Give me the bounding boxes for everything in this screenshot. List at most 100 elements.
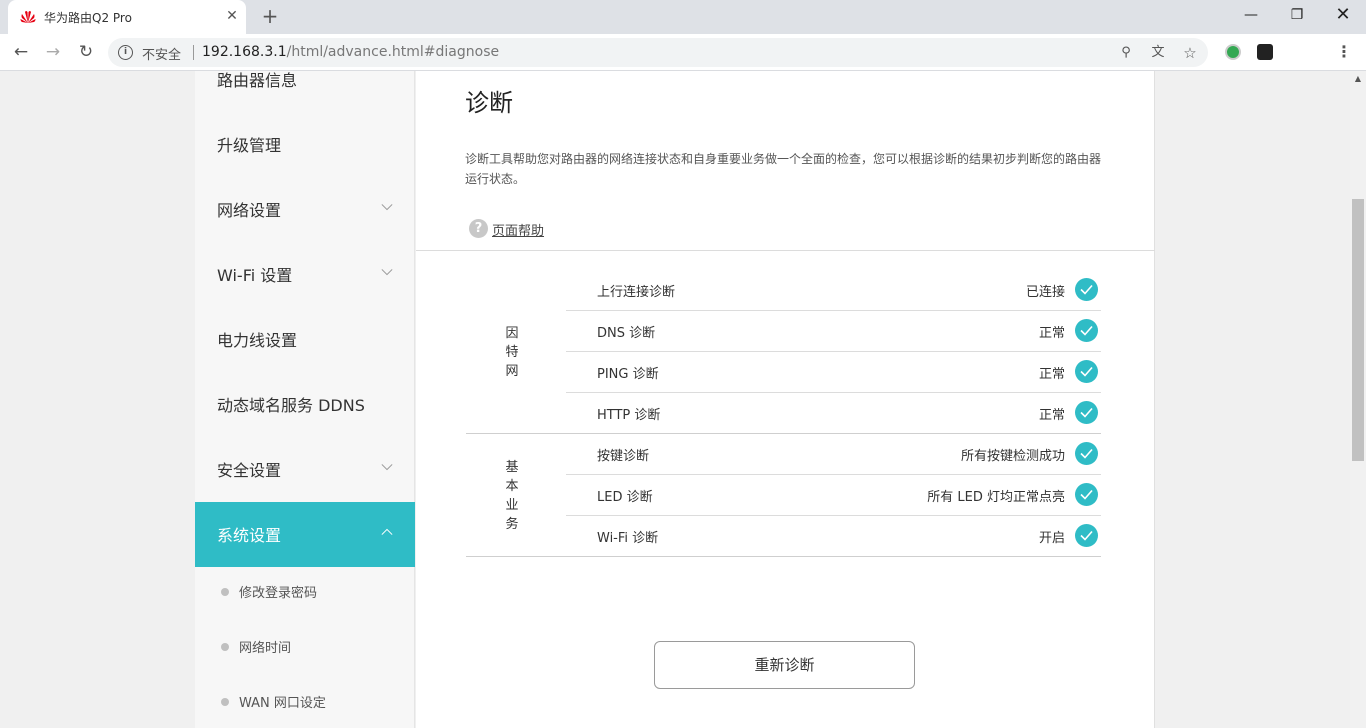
diagnose-row-led: LED 诊断 所有 LED 灯均正常点亮: [566, 475, 1101, 516]
translate-icon[interactable]: 文: [1150, 45, 1166, 61]
chevron-up-icon: [381, 528, 393, 535]
chevron-down-icon: [381, 269, 393, 276]
address-separator: [193, 45, 194, 60]
row-name: HTTP 诊断: [597, 408, 661, 423]
sidebar-subitem-label: 网络时间: [239, 641, 292, 656]
reload-icon[interactable]: ↻: [73, 39, 99, 65]
sidebar-item-router-info[interactable]: 路由器信息: [195, 71, 415, 112]
browser-toolbar: ← → ↻ i 不安全 192.168.3.1/html/advance.htm…: [0, 34, 1366, 71]
url-host: 192.168.3.1: [202, 44, 287, 60]
row-status: 所有 LED 灯均正常点亮: [927, 490, 1065, 505]
huawei-logo-icon: [20, 11, 36, 23]
diagnose-group-basic: 基 本 业 务 按键诊断 所有按键检测成功 LED 诊断 所有 LED 灯均正常…: [466, 434, 1101, 558]
sidebar-item-upgrade[interactable]: 升级管理: [195, 112, 415, 177]
tab-title: 华为路由Q2 Pro: [44, 11, 132, 25]
sidebar-item-label: 安全设置: [217, 461, 282, 480]
sidebar-item-label: Wi-Fi 设置: [217, 266, 293, 285]
question-icon[interactable]: ?: [469, 219, 488, 238]
group-label-char: 本: [505, 479, 519, 494]
section-divider: [416, 250, 1155, 251]
sidebar-subitem-label: WAN 网口设定: [239, 696, 326, 711]
sidebar-item-powerline[interactable]: 电力线设置: [195, 307, 415, 372]
row-name: Wi-Fi 诊断: [597, 531, 659, 546]
row-status: 已连接: [1025, 285, 1065, 300]
sidebar-item-label: 网络设置: [217, 201, 282, 220]
diagnose-row-wifi: Wi-Fi 诊断 开启: [566, 516, 1101, 557]
diagnose-row-dns: DNS 诊断 正常: [566, 311, 1101, 352]
group-label-char: 务: [505, 517, 519, 532]
group-label-char: 网: [505, 364, 519, 379]
key-icon[interactable]: ⚲: [1118, 45, 1134, 61]
window-minimize-button[interactable]: —: [1228, 0, 1274, 30]
window-restore-button[interactable]: ❐: [1274, 0, 1320, 30]
page-title: 诊断: [465, 89, 513, 117]
bullet-dot-icon: [221, 643, 229, 651]
browser-tab[interactable]: 华为路由Q2 Pro ✕: [8, 0, 246, 34]
sidebar-item-label: 动态域名服务 DDNS: [217, 396, 365, 415]
row-status: 所有按键检测成功: [960, 449, 1065, 464]
sidebar-item-label: 电力线设置: [217, 331, 298, 350]
row-status: 正常: [1038, 367, 1065, 382]
page-scrollbar[interactable]: ▲: [1350, 71, 1366, 728]
sidebar-subitem-change-password[interactable]: 修改登录密码: [195, 567, 415, 622]
info-icon[interactable]: i: [118, 45, 133, 60]
sidebar-item-network[interactable]: 网络设置: [195, 177, 415, 242]
check-circle-icon: [1075, 360, 1098, 383]
new-tab-button[interactable]: +: [258, 4, 282, 28]
sidebar-subitem-label: 修改登录密码: [239, 586, 318, 601]
scroll-up-arrow-icon[interactable]: ▲: [1350, 71, 1366, 87]
sidebar-item-system[interactable]: 系统设置: [195, 502, 415, 567]
row-status: 开启: [1038, 531, 1065, 546]
diagnose-row-ping: PING 诊断 正常: [566, 352, 1101, 393]
sidebar-subitem-wan-port[interactable]: WAN 网口设定: [195, 677, 415, 728]
forward-arrow-icon[interactable]: →: [40, 39, 66, 65]
tab-close-icon[interactable]: ✕: [224, 8, 240, 24]
row-name: DNS 诊断: [597, 326, 656, 341]
url-text[interactable]: 192.168.3.1/html/advance.html#diagnose: [202, 44, 499, 60]
diagnose-group-internet: 因 特 网 上行连接诊断 已连接 DNS 诊断 正常 PING 诊断 正常 HT…: [466, 270, 1101, 435]
sidebar-item-wifi[interactable]: Wi-Fi 设置: [195, 242, 415, 307]
row-name: LED 诊断: [597, 490, 653, 505]
group-label-char: 特: [505, 345, 519, 360]
url-path: /html/advance.html#diagnose: [286, 44, 500, 60]
extension-green-icon[interactable]: [1225, 44, 1241, 60]
sidebar-item-security[interactable]: 安全设置: [195, 437, 415, 502]
page-viewport: 路由器信息 升级管理 网络设置 Wi-Fi 设置 电力线设置 动态域名服务 DD…: [0, 71, 1350, 728]
scroll-thumb[interactable]: [1352, 199, 1364, 461]
group-label-char: 基: [505, 460, 519, 475]
insecure-label[interactable]: 不安全: [142, 44, 181, 63]
back-arrow-icon[interactable]: ←: [8, 39, 34, 65]
group-separator: [466, 556, 1101, 557]
row-name: PING 诊断: [597, 367, 659, 382]
bullet-dot-icon: [221, 588, 229, 596]
check-circle-icon: [1075, 524, 1098, 547]
check-circle-icon: [1075, 401, 1098, 424]
row-name: 上行连接诊断: [597, 285, 676, 300]
sidebar-subitem-network-time[interactable]: 网络时间: [195, 622, 415, 677]
extension-dark-icon[interactable]: [1257, 44, 1273, 60]
check-circle-icon: [1075, 483, 1098, 506]
row-name: 按键诊断: [597, 449, 650, 464]
group-label-internet: 因 特 网: [504, 324, 520, 381]
chevron-down-icon: [381, 464, 393, 471]
check-circle-icon: [1075, 278, 1098, 301]
sidebar-item-label: 系统设置: [217, 526, 282, 545]
chevron-down-icon: [381, 204, 393, 211]
group-label-char: 业: [505, 498, 519, 513]
check-circle-icon: [1075, 442, 1098, 465]
sidebar-item-ddns[interactable]: 动态域名服务 DDNS: [195, 372, 415, 437]
sidebar: 路由器信息 升级管理 网络设置 Wi-Fi 设置 电力线设置 动态域名服务 DD…: [195, 71, 415, 728]
main-content: 诊断 诊断工具帮助您对路由器的网络连接状态和自身重要业务做一个全面的检查，您可以…: [416, 71, 1155, 728]
group-label-basic: 基 本 业 务: [504, 458, 520, 534]
sidebar-item-label: 路由器信息: [217, 71, 298, 90]
page-description: 诊断工具帮助您对路由器的网络连接状态和自身重要业务做一个全面的检查，您可以根据诊…: [465, 152, 1102, 186]
address-bar[interactable]: i 不安全 192.168.3.1/html/advance.html#diag…: [108, 38, 1208, 67]
row-status: 正常: [1038, 326, 1065, 341]
bookmark-star-icon[interactable]: ☆: [1182, 45, 1198, 61]
browser-menu-icon[interactable]: ⋮: [1336, 41, 1352, 63]
page-help-label[interactable]: 页面帮助: [492, 220, 544, 239]
sidebar-item-label: 升级管理: [217, 136, 282, 155]
diagnose-row-button: 按键诊断 所有按键检测成功: [566, 434, 1101, 475]
window-close-button[interactable]: ✕: [1320, 0, 1366, 30]
rediagnose-button[interactable]: 重新诊断: [654, 641, 915, 689]
